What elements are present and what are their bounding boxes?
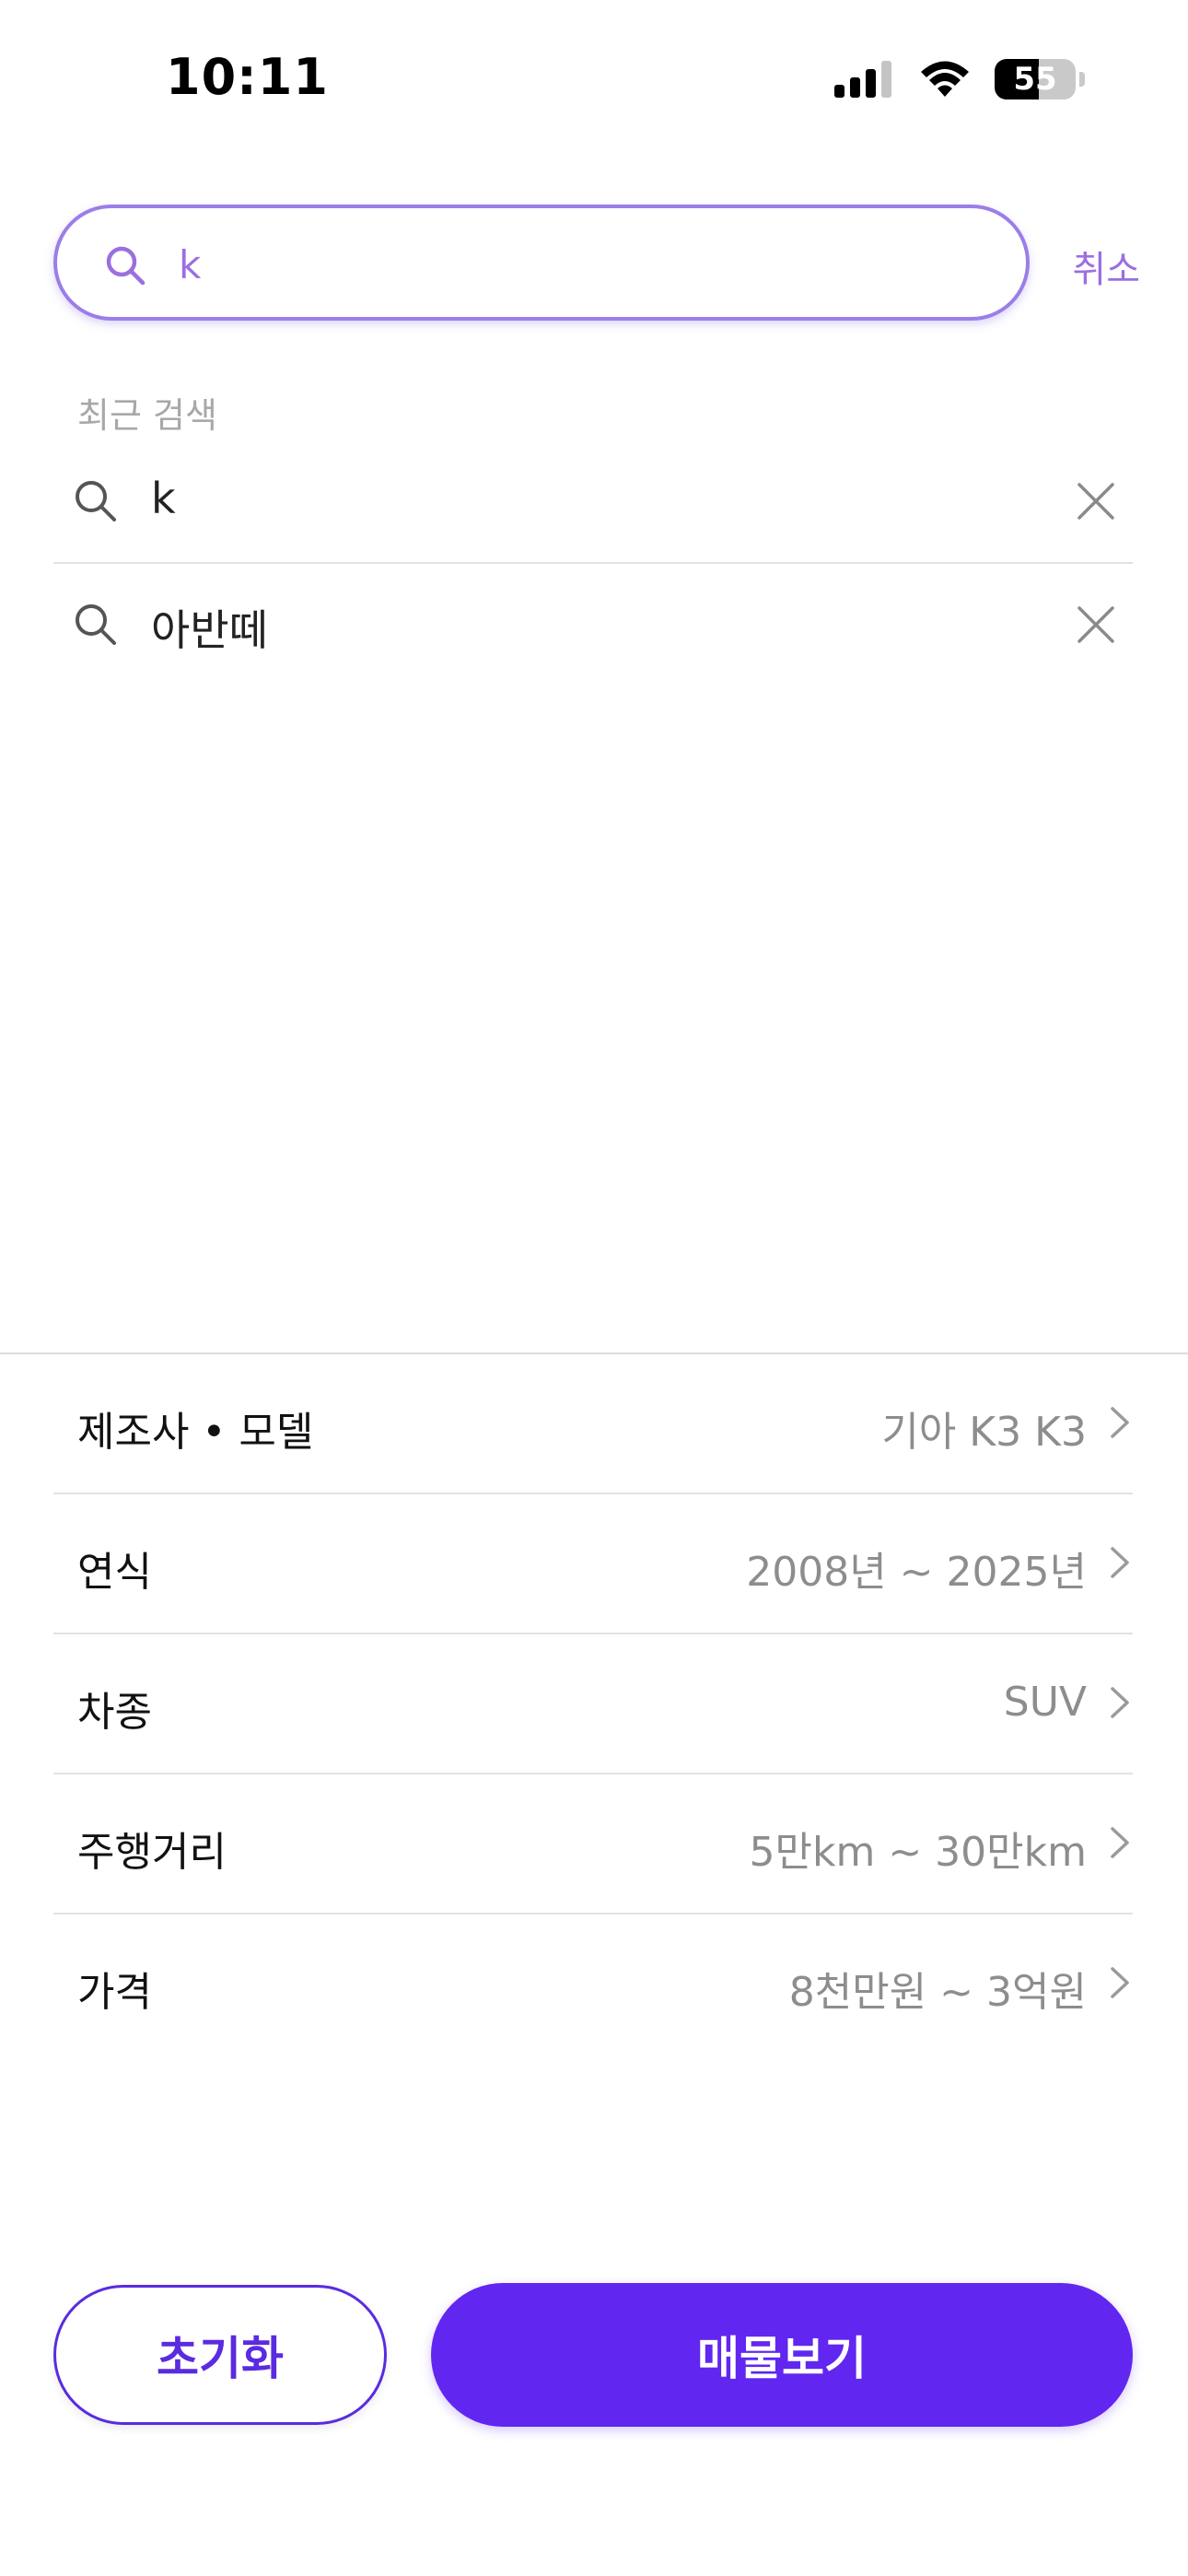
view-listings-button[interactable]: 매물보기 — [431, 2283, 1133, 2427]
recent-search-item[interactable]: 아반떼 — [53, 564, 1133, 685]
filter-row-maker-model[interactable]: 제조사 • 모델 기아 K3 K3 — [53, 1354, 1133, 1494]
signal-icon — [834, 61, 891, 98]
filter-row-car-type[interactable]: 차종 SUV — [53, 1634, 1133, 1774]
filter-label: 차종 — [77, 1689, 152, 1736]
recent-search-list: k 아반떼 — [53, 440, 1133, 685]
recent-search-item[interactable]: k — [53, 440, 1133, 564]
recent-search-label: k — [151, 474, 176, 523]
battery-tip — [1079, 72, 1085, 87]
close-icon[interactable] — [1076, 604, 1116, 645]
chevron-right-icon — [1111, 1407, 1129, 1438]
filter-value: 2008년 ~ 2025년 — [746, 1549, 1087, 1596]
filter-row-year[interactable]: 연식 2008년 ~ 2025년 — [53, 1494, 1133, 1634]
battery-level: 55 — [1013, 61, 1057, 98]
reset-button[interactable]: 초기화 — [53, 2285, 387, 2425]
filter-value: 기아 K3 K3 — [881, 1409, 1087, 1456]
status-icons: 55 — [834, 59, 1085, 100]
filter-row-price[interactable]: 가격 8천만원 ~ 3억원 — [53, 1914, 1133, 2053]
filter-panel: 제조사 • 모델 기아 K3 K3 연식 2008년 ~ 2025년 차종 SU… — [0, 1352, 1188, 2053]
chevron-right-icon — [1111, 1687, 1129, 1718]
chevron-right-icon — [1111, 1967, 1129, 1998]
filter-value: SUV — [1003, 1679, 1087, 1726]
battery-icon: 55 — [995, 59, 1076, 100]
search-box[interactable] — [53, 205, 1030, 321]
search-row: 취소 — [53, 205, 1140, 326]
filter-list: 제조사 • 모델 기아 K3 K3 연식 2008년 ~ 2025년 차종 SU… — [53, 1354, 1133, 2053]
wifi-icon — [921, 61, 969, 97]
status-bar: 10:11 55 — [0, 0, 1188, 157]
chevron-right-icon — [1111, 1547, 1129, 1578]
search-icon — [76, 481, 116, 521]
filter-value: 5만km ~ 30만km — [749, 1829, 1087, 1876]
filter-value: 8천만원 ~ 3억원 — [788, 1969, 1087, 2016]
chevron-right-icon — [1111, 1827, 1129, 1858]
search-icon — [106, 246, 146, 286]
cancel-button[interactable]: 취소 — [1072, 240, 1140, 293]
filter-label: 가격 — [77, 1969, 152, 2016]
recent-search-title: 최근 검색 — [77, 395, 217, 436]
bottom-actions: 초기화 매물보기 — [53, 2283, 1133, 2427]
filter-label: 제조사 • 모델 — [77, 1409, 314, 1456]
filter-label: 주행거리 — [77, 1829, 227, 1876]
status-time: 10:11 — [166, 48, 329, 106]
filter-row-mileage[interactable]: 주행거리 5만km ~ 30만km — [53, 1774, 1133, 1914]
search-input[interactable] — [177, 228, 991, 300]
close-icon[interactable] — [1076, 481, 1116, 521]
recent-search-label: 아반떼 — [151, 605, 268, 655]
search-icon — [76, 604, 116, 645]
filter-label: 연식 — [77, 1549, 152, 1596]
